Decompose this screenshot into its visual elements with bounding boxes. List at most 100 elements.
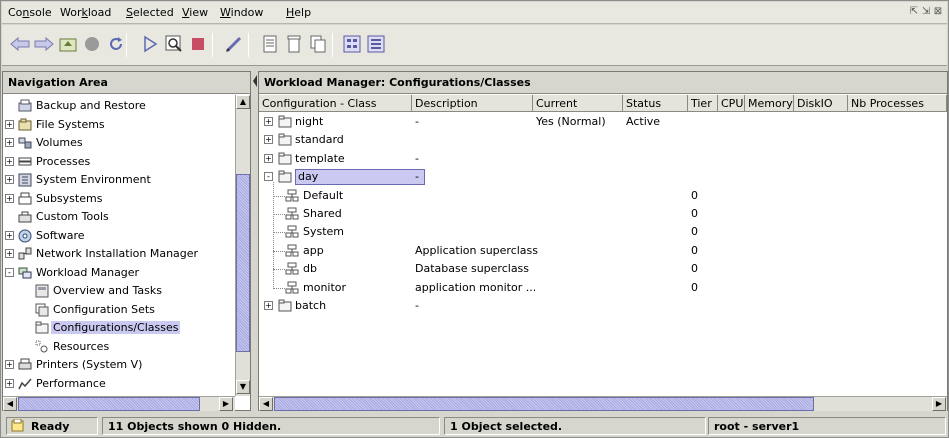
toolbar xyxy=(2,25,947,66)
table-row[interactable]: monitor application monitor ... 0 xyxy=(259,279,947,297)
table-row[interactable]: + batch - xyxy=(259,297,947,315)
nav-item[interactable]: Configuration Sets xyxy=(3,301,235,319)
table-row[interactable]: db Database superclass 0 xyxy=(259,260,947,278)
menu-help[interactable]: Help xyxy=(286,6,311,19)
nav-item[interactable]: + Processes xyxy=(3,153,235,171)
delete-button[interactable] xyxy=(284,35,304,55)
column-header[interactable]: Memory xyxy=(745,95,794,112)
nav-item[interactable]: + File Systems xyxy=(3,116,235,134)
view-list-button[interactable] xyxy=(342,35,362,55)
properties-button[interactable] xyxy=(260,35,280,55)
column-header[interactable]: Status xyxy=(623,95,688,112)
restore-icon[interactable]: ⇱ xyxy=(909,6,919,18)
table-row[interactable]: Shared 0 xyxy=(259,205,947,223)
nav-item[interactable]: - Workload Manager xyxy=(3,264,235,282)
expand-icon[interactable]: + xyxy=(5,175,14,184)
column-header[interactable]: Nb Processes xyxy=(848,95,947,112)
scroll-right-icon[interactable]: ▶ xyxy=(932,397,946,411)
column-header[interactable]: CPU xyxy=(718,95,745,112)
scroll-thumb[interactable] xyxy=(274,397,814,411)
expand-icon[interactable]: + xyxy=(264,117,273,126)
close-icon[interactable]: ⊠ xyxy=(933,6,943,18)
table-row[interactable]: + standard xyxy=(259,131,947,149)
table-row[interactable]: Default 0 xyxy=(259,187,947,205)
menu-view[interactable]: View xyxy=(182,6,208,19)
refresh-button[interactable] xyxy=(106,35,126,55)
scroll-thumb[interactable] xyxy=(236,174,250,352)
nav-item[interactable]: + Subsystems xyxy=(3,190,235,208)
status-objects-selected: 1 Object selected. xyxy=(444,417,706,435)
scroll-left-icon[interactable]: ◀ xyxy=(259,397,273,411)
nav-item[interactable]: Custom Tools xyxy=(3,208,235,226)
menu-selected[interactable]: Selected xyxy=(126,6,174,19)
expand-icon[interactable]: + xyxy=(5,138,14,147)
menu-window[interactable]: Window xyxy=(220,6,263,19)
pen-button[interactable] xyxy=(224,35,244,55)
table-row[interactable]: + night - Yes (Normal) Active xyxy=(259,113,947,131)
folder-icon xyxy=(278,299,292,313)
toolbar-separator xyxy=(332,33,333,57)
scroll-up-icon[interactable]: ▲ xyxy=(236,95,250,109)
nav-item[interactable]: + Performance xyxy=(3,375,235,393)
content-area: Workload Manager: Configurations/Classes… xyxy=(258,71,948,411)
nav-item-label: Custom Tools xyxy=(36,210,109,223)
column-header[interactable]: Current xyxy=(533,95,623,112)
collapse-icon[interactable]: - xyxy=(5,267,14,277)
nav-item[interactable]: Overview and Tasks xyxy=(3,282,235,300)
navigation-horizontal-scrollbar[interactable]: ◀ ▶ xyxy=(3,396,235,411)
stop-circle-button[interactable] xyxy=(82,35,102,55)
play-button[interactable] xyxy=(140,35,160,55)
collapse-icon[interactable]: - xyxy=(264,172,273,182)
expand-icon[interactable]: + xyxy=(5,378,14,388)
folder-icon xyxy=(35,321,49,335)
menu-workload[interactable]: Workload xyxy=(60,6,111,19)
class-icon xyxy=(285,207,299,221)
nav-item[interactable]: Configurations/Classes xyxy=(3,319,235,337)
description-cell: application monitor ... xyxy=(415,280,537,294)
scroll-right-icon[interactable]: ▶ xyxy=(219,397,233,411)
nav-item[interactable]: + Network Installation Manager xyxy=(3,245,235,263)
column-header[interactable]: DiskIO xyxy=(794,95,848,112)
copy-button[interactable] xyxy=(308,35,328,55)
nav-item[interactable]: + Software xyxy=(3,227,235,245)
table-row[interactable]: + template - xyxy=(259,150,947,168)
nav-item[interactable]: Backup and Restore xyxy=(3,97,235,115)
expand-icon[interactable]: + xyxy=(5,119,14,129)
expand-icon[interactable]: + xyxy=(264,153,273,163)
navigation-vertical-scrollbar[interactable]: ▲ ▼ xyxy=(235,95,250,396)
view-details-button[interactable] xyxy=(366,35,386,55)
forward-arrow-button[interactable] xyxy=(34,35,54,55)
find-button[interactable] xyxy=(164,35,184,55)
expand-icon[interactable]: + xyxy=(264,301,273,310)
column-header[interactable]: Description xyxy=(412,95,533,112)
nav-item[interactable]: + Volumes xyxy=(3,134,235,152)
nav-item[interactable]: + Printers (System V) xyxy=(3,356,235,374)
nav-item[interactable]: + System Environment xyxy=(3,171,235,189)
table-row[interactable]: - day - xyxy=(259,168,947,186)
backup-icon xyxy=(18,99,32,113)
column-header[interactable]: Configuration - Class xyxy=(259,95,412,112)
stop-square-button[interactable] xyxy=(188,35,208,55)
table-row[interactable]: System 0 xyxy=(259,223,947,241)
content-horizontal-scrollbar[interactable]: ◀ ▶ xyxy=(259,396,947,411)
expand-icon[interactable]: + xyxy=(5,230,14,240)
maximize-icon[interactable]: ⇲ xyxy=(921,6,931,18)
back-arrow-button[interactable] xyxy=(10,35,30,55)
expand-icon[interactable]: + xyxy=(5,156,14,166)
description-cell: Database superclass xyxy=(415,262,530,276)
expand-icon[interactable]: + xyxy=(5,193,14,203)
expand-icon[interactable]: + xyxy=(264,135,273,145)
scroll-thumb[interactable] xyxy=(18,397,200,411)
expand-icon[interactable]: + xyxy=(5,360,14,369)
scroll-down-icon[interactable]: ▼ xyxy=(236,380,250,394)
expand-icon[interactable]: + xyxy=(5,249,14,258)
configuration-name[interactable]: day xyxy=(295,169,425,186)
table-row[interactable]: app Application superclass 0 xyxy=(259,242,947,260)
column-header[interactable]: Tier xyxy=(688,95,718,112)
up-folder-button[interactable] xyxy=(58,35,78,55)
tree-line xyxy=(273,269,285,271)
class-name: monitor xyxy=(303,280,347,294)
menu-console[interactable]: Console xyxy=(8,6,52,19)
scroll-left-icon[interactable]: ◀ xyxy=(3,397,17,411)
nav-item[interactable]: Resources xyxy=(3,338,235,356)
